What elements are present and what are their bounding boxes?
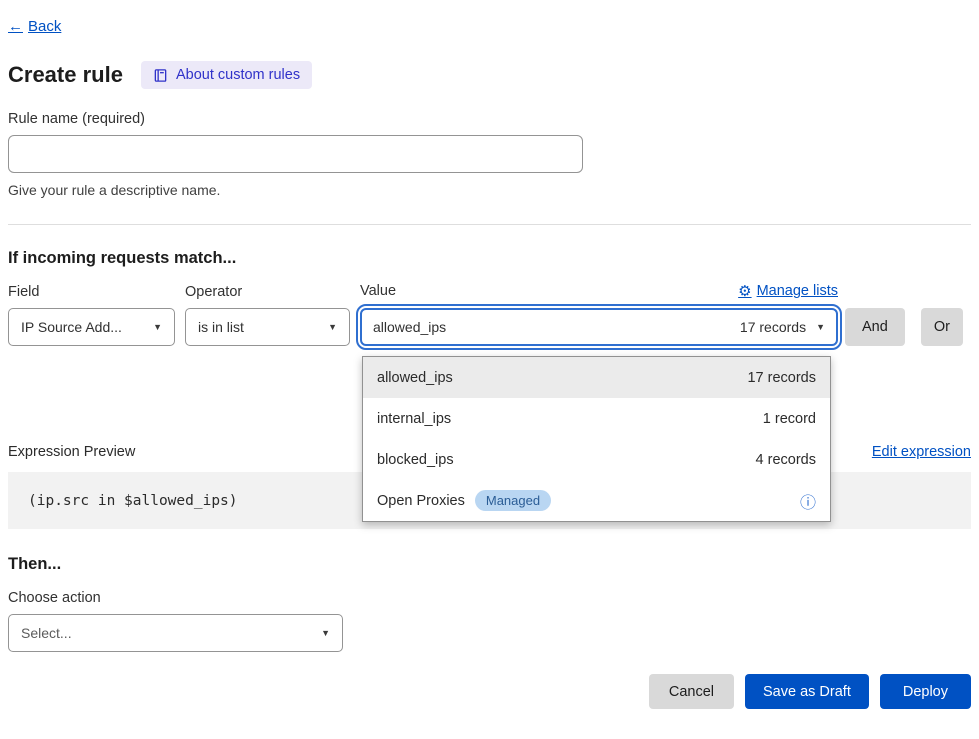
- info-icon[interactable]: ⓘ: [800, 489, 816, 513]
- value-label: Value: [360, 283, 396, 299]
- action-select[interactable]: Select... ▼: [8, 614, 343, 652]
- cancel-button[interactable]: Cancel: [649, 674, 734, 709]
- list-option-allowed-ips[interactable]: allowed_ips 17 records: [363, 357, 830, 398]
- chevron-down-icon: ▼: [153, 322, 162, 332]
- edit-expression-link[interactable]: Edit expression: [872, 444, 971, 460]
- chevron-down-icon: ▼: [321, 628, 330, 638]
- match-section-heading: If incoming requests match...: [8, 249, 971, 268]
- choose-action-label: Choose action: [8, 590, 971, 606]
- expression-code: (ip.src in $allowed_ips): [28, 493, 238, 509]
- chevron-down-icon: ▼: [328, 322, 337, 332]
- value-column: Value ⚙ Manage lists allowed_ips 17 recor…: [360, 282, 838, 346]
- rule-name-input[interactable]: [8, 135, 583, 173]
- title-row: Create rule About custom rules: [8, 61, 971, 89]
- operator-column: Operator is in list ▼: [185, 284, 350, 346]
- manage-lists-link[interactable]: ⚙ Manage lists: [738, 282, 838, 300]
- or-button[interactable]: Or: [921, 308, 963, 346]
- option-records: 1 record: [763, 411, 816, 427]
- list-option-open-proxies[interactable]: Open Proxies Managed ⓘ: [363, 480, 830, 521]
- and-or-buttons: And Or: [845, 308, 963, 346]
- rule-name-helper: Give your rule a descriptive name.: [8, 182, 971, 198]
- save-as-draft-button[interactable]: Save as Draft: [745, 674, 869, 709]
- gear-icon: ⚙: [738, 282, 751, 300]
- chevron-down-icon: ▼: [816, 322, 825, 332]
- value-header-row: Value ⚙ Manage lists: [360, 282, 838, 300]
- value-select[interactable]: allowed_ips 17 records ▼: [360, 308, 838, 346]
- page-title: Create rule: [8, 62, 123, 88]
- list-option-internal-ips[interactable]: internal_ips 1 record: [363, 398, 830, 439]
- managed-badge: Managed: [475, 490, 551, 511]
- field-select-value: IP Source Add...: [21, 319, 122, 335]
- and-button[interactable]: And: [845, 308, 905, 346]
- book-icon: [153, 68, 168, 83]
- manage-lists-label: Manage lists: [757, 283, 838, 299]
- about-custom-rules-link[interactable]: About custom rules: [141, 61, 312, 89]
- match-condition-row: Field IP Source Add... ▼ Operator is in …: [8, 282, 971, 346]
- operator-label: Operator: [185, 284, 350, 300]
- deploy-button[interactable]: Deploy: [880, 674, 971, 709]
- about-badge-label: About custom rules: [176, 67, 300, 83]
- rule-name-label: Rule name (required): [8, 111, 971, 127]
- rule-name-block: Rule name (required) Give your rule a de…: [8, 111, 971, 198]
- back-arrow-icon: ←: [8, 18, 23, 35]
- create-rule-page: ← Back Create rule About custom rules Rul…: [0, 0, 979, 739]
- operator-select-value: is in list: [198, 319, 244, 335]
- action-select-value: Select...: [21, 625, 72, 641]
- back-link[interactable]: ← Back: [8, 18, 61, 35]
- then-section-heading: Then...: [8, 555, 971, 574]
- back-link-label: Back: [28, 18, 61, 35]
- option-records: 4 records: [756, 452, 816, 468]
- field-column: Field IP Source Add... ▼: [8, 284, 175, 346]
- option-name: allowed_ips: [377, 370, 453, 386]
- field-label: Field: [8, 284, 175, 300]
- list-option-blocked-ips[interactable]: blocked_ips 4 records: [363, 439, 830, 480]
- operator-select[interactable]: is in list ▼: [185, 308, 350, 346]
- option-name: blocked_ips: [377, 452, 454, 468]
- field-select[interactable]: IP Source Add... ▼: [8, 308, 175, 346]
- option-records: 17 records: [747, 370, 816, 386]
- option-name: Open Proxies: [377, 493, 465, 509]
- value-select-records: 17 records: [740, 319, 806, 335]
- value-dropdown-menu: allowed_ips 17 records internal_ips 1 re…: [362, 356, 831, 522]
- value-select-value: allowed_ips: [373, 319, 446, 335]
- footer-buttons: Cancel Save as Draft Deploy: [8, 674, 971, 709]
- section-divider: [8, 224, 971, 225]
- option-name: internal_ips: [377, 411, 451, 427]
- expression-preview-label: Expression Preview: [8, 444, 135, 460]
